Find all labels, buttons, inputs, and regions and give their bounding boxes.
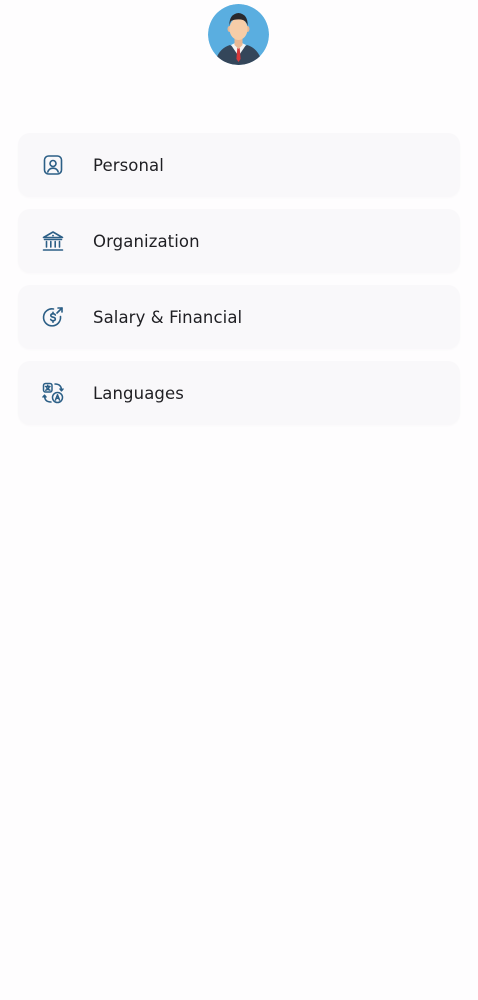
menu-item-organization[interactable]: Organization	[18, 209, 460, 273]
dollar-refresh-icon	[41, 305, 65, 329]
menu-item-label: Personal	[93, 155, 164, 175]
menu-item-languages[interactable]: Languages	[18, 361, 460, 425]
translate-icon	[41, 381, 65, 405]
menu-item-salary-financial[interactable]: Salary & Financial	[18, 285, 460, 349]
menu-item-label: Salary & Financial	[93, 307, 243, 327]
menu-item-personal[interactable]: Personal	[18, 133, 460, 197]
user-badge-icon	[41, 153, 65, 177]
menu-item-label: Languages	[93, 383, 184, 403]
avatar[interactable]	[208, 4, 269, 65]
profile-menu: Personal Organization Salary & Financial…	[18, 133, 460, 437]
businessman-avatar-icon	[208, 4, 269, 65]
menu-item-label: Organization	[93, 231, 200, 251]
bank-building-icon	[41, 229, 65, 253]
